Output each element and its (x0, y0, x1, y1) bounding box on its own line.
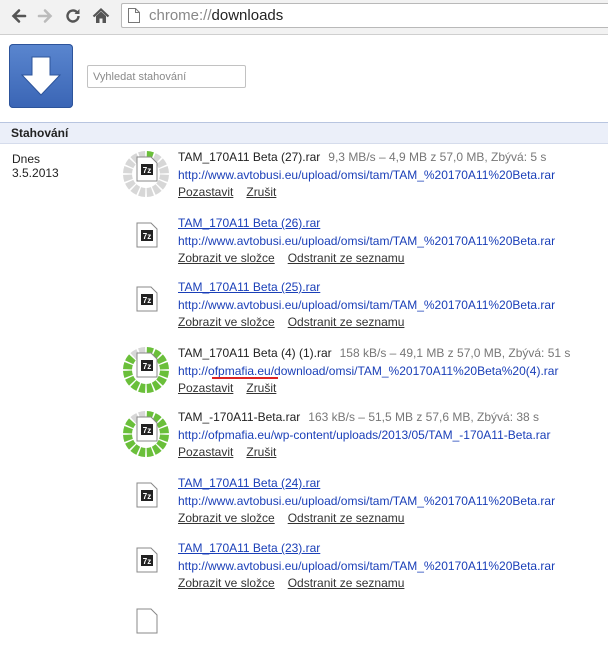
show-in-folder-link[interactable]: Zobrazit ve složce (178, 251, 275, 265)
remove-from-list-link[interactable]: Odstranit ze seznamu (288, 315, 405, 329)
download-item: 7z TAM_170A11 Beta (24).rar http://www.a… (0, 474, 608, 536)
download-file-name[interactable]: TAM_170A11 Beta (25).rar (178, 280, 320, 294)
remove-from-list-link[interactable]: Odstranit ze seznamu (288, 251, 405, 265)
archive-file-icon: 7z (136, 352, 158, 378)
browser-toolbar: chrome://downloads (0, 0, 608, 35)
section-title: Stahování (11, 126, 69, 140)
download-source-url[interactable]: http://www.avtobusi.eu/upload/omsi/tam/T… (178, 559, 555, 573)
download-file-name[interactable]: TAM_170A11 Beta (23).rar (178, 541, 320, 555)
cancel-link[interactable]: Zrušit (246, 381, 276, 395)
archive-file-icon: 7z (136, 286, 158, 312)
omnibox-url: chrome://downloads (149, 7, 284, 24)
download-status: 9,3 MB/s – 4,9 MB z 57,0 MB, Zbývá: 5 s (328, 150, 547, 164)
page-icon (128, 8, 140, 23)
pause-link[interactable]: Pozastavit (178, 185, 233, 199)
pause-link[interactable]: Pozastavit (178, 381, 233, 395)
download-item: 7z TAM_170A11 Beta (23).rar http://www.a… (0, 539, 608, 601)
svg-text:7z: 7z (143, 557, 151, 566)
archive-file-icon: 7z (136, 416, 158, 442)
download-source-url[interactable]: http://www.avtobusi.eu/upload/omsi/tam/T… (178, 298, 555, 312)
forward-icon[interactable] (34, 5, 56, 27)
reload-icon[interactable] (62, 5, 84, 27)
download-item: 7z TAM_170A11 Beta (4) (1).rar 158 kB/s –… (0, 344, 608, 406)
download-status: 163 kB/s – 51,5 MB z 57,6 MB, Zbývá: 38 … (308, 410, 540, 424)
section-header: Stahování (0, 122, 608, 144)
show-in-folder-link[interactable]: Zobrazit ve složce (178, 576, 275, 590)
download-item-partial (0, 600, 608, 662)
download-file-name[interactable]: TAM_170A11 Beta (24).rar (178, 476, 320, 490)
archive-file-icon (136, 608, 158, 634)
svg-text:7z: 7z (143, 426, 151, 435)
download-item: 7z TAM_170A11 Beta (26).rar http://www.a… (0, 214, 608, 276)
red-underline-annotation (212, 377, 278, 379)
download-file-name: TAM_170A11 Beta (27).rar 9,3 MB/s – 4,9 M… (178, 150, 547, 164)
search-downloads-input[interactable] (87, 65, 246, 88)
remove-from-list-link[interactable]: Odstranit ze seznamu (288, 576, 405, 590)
downloads-logo-icon (9, 44, 73, 108)
download-source-url[interactable]: http://www.avtobusi.eu/upload/omsi/tam/T… (178, 168, 555, 182)
download-source-url[interactable]: http://www.avtobusi.eu/upload/omsi/tam/T… (178, 494, 555, 508)
download-file-name[interactable]: TAM_170A11 Beta (26).rar (178, 216, 320, 230)
download-item: 7z TAM_-170A11-Beta.rar 163 kB/s – 51,5 M… (0, 408, 608, 470)
download-source-url[interactable]: http://www.avtobusi.eu/upload/omsi/tam/T… (178, 234, 555, 248)
cancel-link[interactable]: Zrušit (246, 185, 276, 199)
download-source-url[interactable]: http://ofpmafia.eu/download/omsi/TAM_%20… (178, 364, 558, 378)
svg-text:7z: 7z (143, 166, 151, 175)
download-source-url[interactable]: http://ofpmafia.eu/wp-content/uploads/20… (178, 428, 550, 442)
archive-file-icon: 7z (136, 156, 158, 182)
back-icon[interactable] (8, 5, 30, 27)
svg-text:7z: 7z (143, 362, 151, 371)
download-file-name: TAM_170A11 Beta (4) (1).rar 158 kB/s – 49… (178, 346, 571, 360)
download-item: 7z TAM_170A11 Beta (25).rar http://www.a… (0, 278, 608, 340)
remove-from-list-link[interactable]: Odstranit ze seznamu (288, 511, 405, 525)
home-icon[interactable] (90, 5, 112, 27)
omnibox[interactable]: chrome://downloads (121, 3, 608, 28)
archive-file-icon: 7z (136, 547, 158, 573)
download-item: 7z TAM_170A11 Beta (27).rar 9,3 MB/s – 4,… (0, 148, 608, 210)
download-file-name: TAM_-170A11-Beta.rar 163 kB/s – 51,5 MB z… (178, 410, 540, 424)
archive-file-icon: 7z (136, 222, 158, 248)
svg-text:7z: 7z (143, 232, 151, 241)
svg-text:7z: 7z (143, 492, 151, 501)
svg-text:7z: 7z (143, 296, 151, 305)
cancel-link[interactable]: Zrušit (246, 445, 276, 459)
show-in-folder-link[interactable]: Zobrazit ve složce (178, 315, 275, 329)
archive-file-icon: 7z (136, 482, 158, 508)
show-in-folder-link[interactable]: Zobrazit ve složce (178, 511, 275, 525)
download-status: 158 kB/s – 49,1 MB z 57,0 MB, Zbývá: 51 … (339, 346, 571, 360)
pause-link[interactable]: Pozastavit (178, 445, 233, 459)
